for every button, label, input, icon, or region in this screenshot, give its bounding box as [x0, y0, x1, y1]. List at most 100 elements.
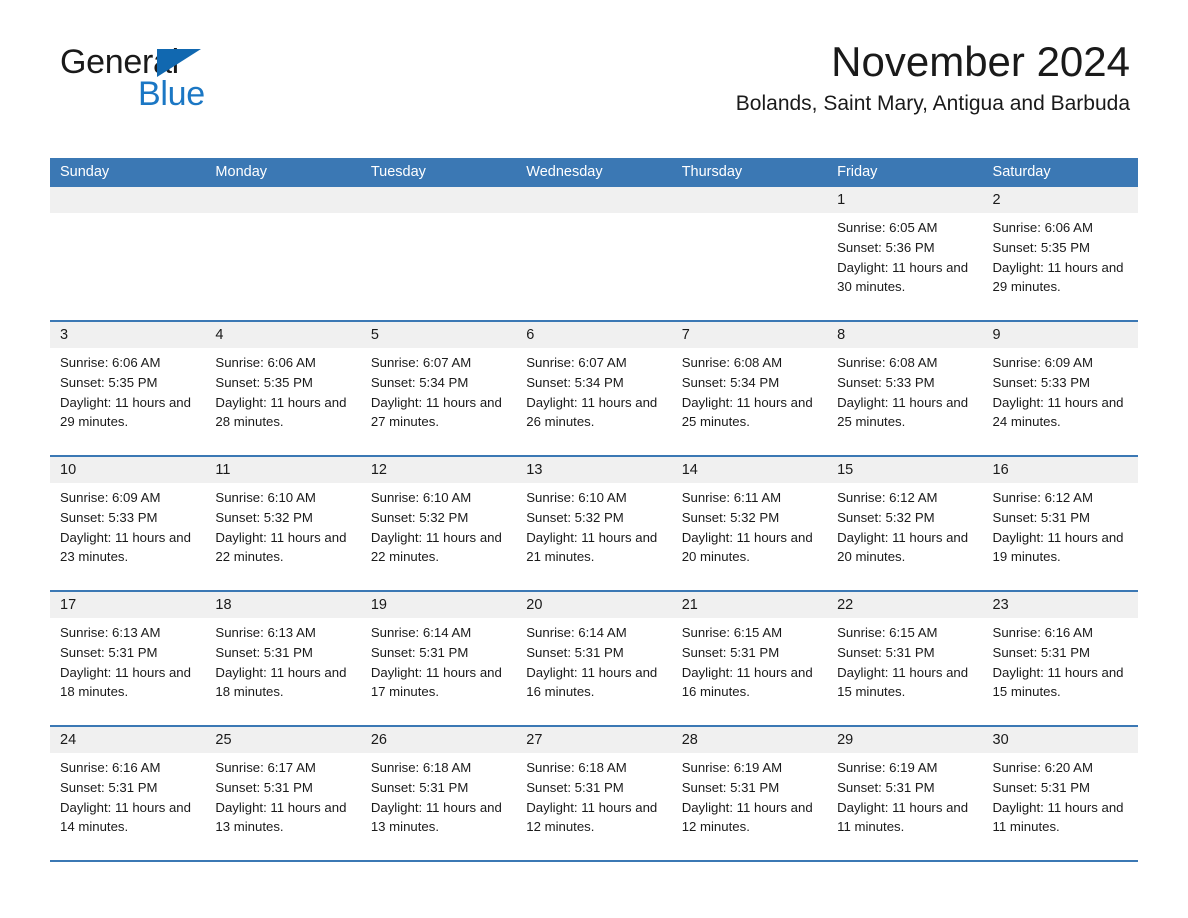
sunrise-text: Sunrise: 6:10 AM: [370, 490, 472, 505]
daylight-text: Daylight: 11 hours and 18 minutes.: [215, 664, 347, 700]
sunrise-text: Sunrise: 6:10 AM: [526, 490, 627, 505]
calendar-day-cell[interactable]: 19 Sunrise: 6:14 AM Sunset: 5:31 PM Dayligh…: [360, 592, 517, 725]
calendar-day-cell[interactable]: 24 Sunrise: 6:16 AM Sunset: 5:31 PM Dayligh…: [50, 727, 206, 860]
general-blue-logo[interactable]: General Blue: [60, 45, 320, 115]
day-details: Sunrise: 6:12 AM Sunset: 5:31 PM Daylight:…: [983, 483, 1138, 567]
sunset-text: Sunset: 5:31 PM: [526, 779, 624, 795]
calendar-day-cell[interactable]: 18 Sunrise: 6:13 AM Sunset: 5:31 PM Dayligh…: [205, 592, 361, 725]
sunrise-text: Sunrise: 6:07 AM: [526, 355, 627, 370]
calendar-day-cell[interactable]: 14 Sunrise: 6:11 AM Sunset: 5:32 PM Dayligh…: [671, 457, 828, 590]
daylight-text: Daylight: 11 hours and 13 minutes.: [370, 799, 502, 835]
sunset-text: Sunset: 5:34 PM: [370, 374, 469, 390]
calendar-empty-cell: [671, 187, 828, 320]
day-number: 11: [205, 457, 361, 483]
calendar-day-cell[interactable]: 25 Sunrise: 6:17 AM Sunset: 5:31 PM Dayligh…: [205, 727, 361, 860]
day-number: 27: [516, 727, 672, 753]
day-number: 3: [50, 322, 206, 348]
calendar-day-cell[interactable]: 4 Sunrise: 6:06 AM Sunset: 5:35 PM Daylight…: [205, 322, 361, 455]
day-number: 20: [516, 592, 672, 618]
day-details: Sunrise: 6:07 AM Sunset: 5:34 PM Daylight:…: [361, 348, 516, 432]
calendar-day-cell[interactable]: 28 Sunrise: 6:19 AM Sunset: 5:31 PM Dayligh…: [671, 727, 828, 860]
day-details: Sunrise: 6:14 AM Sunset: 5:31 PM Daylight:…: [361, 618, 516, 702]
calendar-day-cell[interactable]: 20 Sunrise: 6:14 AM Sunset: 5:31 PM Dayligh…: [516, 592, 672, 725]
calendar-day-cell[interactable]: 2 Sunrise: 6:06 AM Sunset: 5:35 PM Daylight…: [982, 187, 1138, 320]
calendar-day-cell[interactable]: 21 Sunrise: 6:15 AM Sunset: 5:31 PM Dayligh…: [671, 592, 828, 725]
day-number: 4: [205, 322, 361, 348]
day-number: 15: [827, 457, 983, 483]
sunrise-text: Sunrise: 6:16 AM: [992, 625, 1093, 640]
calendar-week-row: 3 Sunrise: 6:06 AM Sunset: 5:35 PM Daylight…: [50, 320, 1138, 455]
calendar-day-cell[interactable]: 11 Sunrise: 6:10 AM Sunset: 5:32 PM Dayligh…: [205, 457, 361, 590]
calendar-day-cell[interactable]: 30 Sunrise: 6:20 AM Sunset: 5:31 PM Dayligh…: [982, 727, 1138, 860]
logo-text-blue: Blue: [138, 75, 205, 113]
sunrise-text: Sunrise: 6:06 AM: [992, 220, 1093, 235]
sunset-text: Sunset: 5:33 PM: [60, 509, 158, 525]
day-details: Sunrise: 6:16 AM Sunset: 5:31 PM Daylight:…: [983, 618, 1138, 702]
calendar-empty-cell: [360, 187, 517, 320]
day-details: Sunrise: 6:08 AM Sunset: 5:34 PM Daylight:…: [672, 348, 827, 432]
day-details: Sunrise: 6:19 AM Sunset: 5:31 PM Daylight:…: [827, 753, 982, 837]
calendar-day-cell[interactable]: 7 Sunrise: 6:08 AM Sunset: 5:34 PM Daylight…: [671, 322, 828, 455]
sunset-text: Sunset: 5:31 PM: [681, 644, 780, 660]
calendar-day-cell[interactable]: 15 Sunrise: 6:12 AM Sunset: 5:32 PM Dayligh…: [827, 457, 983, 590]
day-number: 26: [360, 727, 517, 753]
calendar-day-cell[interactable]: 26 Sunrise: 6:18 AM Sunset: 5:31 PM Dayligh…: [360, 727, 517, 860]
sunset-text: Sunset: 5:31 PM: [992, 509, 1091, 525]
day-number: 6: [516, 322, 672, 348]
daylight-text: Daylight: 11 hours and 11 minutes.: [992, 799, 1124, 835]
day-details: Sunrise: 6:06 AM Sunset: 5:35 PM Daylight:…: [50, 348, 205, 432]
calendar-week-row: 10 Sunrise: 6:09 AM Sunset: 5:33 PM Dayligh…: [50, 455, 1138, 590]
calendar-day-cell[interactable]: 6 Sunrise: 6:07 AM Sunset: 5:34 PM Daylight…: [516, 322, 672, 455]
day-number: 19: [360, 592, 517, 618]
day-details: Sunrise: 6:17 AM Sunset: 5:31 PM Daylight:…: [205, 753, 360, 837]
calendar-day-cell[interactable]: 13 Sunrise: 6:10 AM Sunset: 5:32 PM Dayligh…: [516, 457, 672, 590]
calendar-day-cell[interactable]: 10 Sunrise: 6:09 AM Sunset: 5:33 PM Dayligh…: [50, 457, 206, 590]
sunset-text: Sunset: 5:31 PM: [60, 644, 158, 660]
daylight-text: Daylight: 11 hours and 29 minutes.: [992, 259, 1124, 295]
daylight-text: Daylight: 11 hours and 19 minutes.: [992, 529, 1124, 565]
sunset-text: Sunset: 5:36 PM: [837, 239, 935, 255]
calendar-day-cell[interactable]: 1 Sunrise: 6:05 AM Sunset: 5:36 PM Daylight…: [827, 187, 983, 320]
day-details: Sunrise: 6:06 AM Sunset: 5:35 PM Daylight:…: [205, 348, 360, 432]
daylight-text: Daylight: 11 hours and 18 minutes.: [60, 664, 191, 700]
sunset-text: Sunset: 5:31 PM: [837, 779, 935, 795]
daylight-text: Daylight: 11 hours and 24 minutes.: [992, 394, 1124, 430]
day-details: Sunrise: 6:14 AM Sunset: 5:31 PM Daylight:…: [516, 618, 671, 702]
day-number: 8: [827, 322, 983, 348]
day-number: 12: [360, 457, 517, 483]
calendar-weeks: 1 Sunrise: 6:05 AM Sunset: 5:36 PM Daylight…: [50, 187, 1138, 862]
weekday-header-row: Sunday Monday Tuesday Wednesday Thursday…: [50, 158, 1138, 187]
calendar-day-cell[interactable]: 22 Sunrise: 6:15 AM Sunset: 5:31 PM Dayligh…: [827, 592, 983, 725]
sunset-text: Sunset: 5:33 PM: [837, 374, 935, 390]
sunset-text: Sunset: 5:32 PM: [215, 509, 313, 525]
calendar-day-cell[interactable]: 8 Sunrise: 6:08 AM Sunset: 5:33 PM Daylight…: [827, 322, 983, 455]
day-details: Sunrise: 6:05 AM Sunset: 5:36 PM Daylight:…: [827, 213, 982, 297]
calendar-day-cell[interactable]: 9 Sunrise: 6:09 AM Sunset: 5:33 PM Daylight…: [982, 322, 1138, 455]
calendar-day-cell[interactable]: 29 Sunrise: 6:19 AM Sunset: 5:31 PM Dayligh…: [827, 727, 983, 860]
day-number: 25: [205, 727, 361, 753]
sunrise-text: Sunrise: 6:06 AM: [215, 355, 316, 370]
daylight-text: Daylight: 11 hours and 23 minutes.: [60, 529, 191, 565]
sunset-text: Sunset: 5:31 PM: [992, 644, 1091, 660]
calendar-day-cell[interactable]: 3 Sunrise: 6:06 AM Sunset: 5:35 PM Daylight…: [50, 322, 206, 455]
day-number: 23: [982, 592, 1138, 618]
sunrise-text: Sunrise: 6:19 AM: [837, 760, 938, 775]
sunrise-text: Sunrise: 6:08 AM: [681, 355, 783, 370]
day-number: 21: [671, 592, 828, 618]
sunset-text: Sunset: 5:31 PM: [837, 644, 935, 660]
calendar-day-cell[interactable]: 16 Sunrise: 6:12 AM Sunset: 5:31 PM Dayligh…: [982, 457, 1138, 590]
daylight-text: Daylight: 11 hours and 12 minutes.: [681, 799, 813, 835]
calendar-day-cell[interactable]: 23 Sunrise: 6:16 AM Sunset: 5:31 PM Dayligh…: [982, 592, 1138, 725]
calendar-day-cell[interactable]: 5 Sunrise: 6:07 AM Sunset: 5:34 PM Daylight…: [360, 322, 517, 455]
page-title: November 2024: [831, 38, 1130, 85]
calendar-week-row: 17 Sunrise: 6:13 AM Sunset: 5:31 PM Dayligh…: [50, 590, 1138, 725]
day-details: Sunrise: 6:12 AM Sunset: 5:32 PM Daylight:…: [827, 483, 982, 567]
daylight-text: Daylight: 11 hours and 17 minutes.: [370, 664, 502, 700]
daylight-text: Daylight: 11 hours and 16 minutes.: [681, 664, 813, 700]
day-number: 24: [50, 727, 206, 753]
calendar-day-cell[interactable]: 17 Sunrise: 6:13 AM Sunset: 5:31 PM Dayligh…: [50, 592, 206, 725]
calendar-day-cell[interactable]: 12 Sunrise: 6:10 AM Sunset: 5:32 PM Dayligh…: [360, 457, 517, 590]
sunset-text: Sunset: 5:31 PM: [215, 779, 313, 795]
page-header: General Blue November 2024 Bolands, Sain…: [50, 0, 1138, 115]
calendar-day-cell[interactable]: 27 Sunrise: 6:18 AM Sunset: 5:31 PM Dayligh…: [516, 727, 672, 860]
